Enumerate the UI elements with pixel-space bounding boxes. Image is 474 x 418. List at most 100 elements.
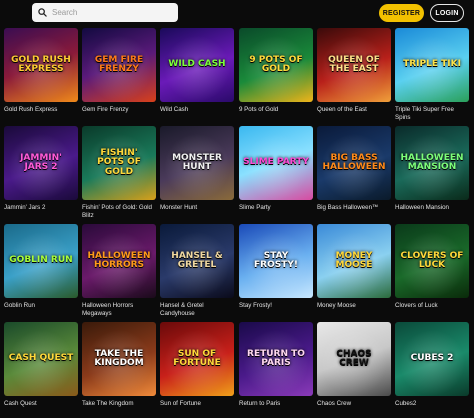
- game-tile[interactable]: SUN OF FORTUNE Sun of Fortune: [160, 322, 234, 416]
- game-logo: CASH QUEST: [8, 353, 74, 364]
- game-thumbnail[interactable]: STAY FROSTY!: [239, 224, 313, 298]
- game-title[interactable]: Halloween Horrors Megaways: [82, 302, 156, 318]
- game-thumbnail[interactable]: 9 POTS OF GOLD: [239, 28, 313, 102]
- game-logo: TAKE THE KINGDOM: [94, 348, 144, 368]
- game-tile[interactable]: FISHIN' POTS OF GOLD Fishin' Pots of Gold…: [82, 126, 156, 220]
- game-logo: 9 POTS OF GOLD: [249, 54, 303, 74]
- game-logo: SUN OF FORTUNE: [173, 348, 221, 368]
- game-thumbnail[interactable]: WILD CASH: [160, 28, 234, 102]
- game-title[interactable]: Clovers of Luck: [395, 302, 469, 318]
- game-logo: HALLOWEEN MANSION: [400, 152, 464, 172]
- game-thumbnail[interactable]: JAMMIN' JARS 2: [4, 126, 78, 200]
- game-thumbnail[interactable]: HALLOWEEN HORRORS: [82, 224, 156, 298]
- game-thumbnail[interactable]: HALLOWEEN MANSION: [395, 126, 469, 200]
- game-logo: BIG BASS HALLOWEEN: [322, 152, 386, 172]
- game-logo: MONSTER HUNT: [172, 152, 222, 172]
- game-title[interactable]: Slime Party: [239, 204, 313, 220]
- game-tile[interactable]: TRIPLE TIKI Triple Tiki Super Free Spins: [395, 28, 469, 122]
- game-title[interactable]: Money Moose: [317, 302, 391, 318]
- game-title[interactable]: 9 Pots of Gold: [239, 106, 313, 122]
- game-tile[interactable]: MONSTER HUNT Monster Hunt: [160, 126, 234, 220]
- game-title[interactable]: Stay Frosty!: [239, 302, 313, 318]
- game-tile[interactable]: HANSEL & GRETEL Hansel & Gretel Candyhous…: [160, 224, 234, 318]
- game-title[interactable]: Jammin' Jars 2: [4, 204, 78, 220]
- game-logo: GOBLIN RUN: [9, 255, 73, 266]
- search-box[interactable]: [32, 3, 178, 22]
- game-thumbnail[interactable]: CUBES 2: [395, 322, 469, 396]
- game-title[interactable]: Queen of the East: [317, 106, 391, 122]
- game-tile[interactable]: CUBES 2 Cubes2: [395, 322, 469, 416]
- game-thumbnail[interactable]: GOLD RUSH EXPRESS: [4, 28, 78, 102]
- game-logo: GEM FIRE FRENZY: [94, 54, 144, 74]
- game-tile[interactable]: GOBLIN RUN Goblin Run: [4, 224, 78, 318]
- game-title[interactable]: Fishin' Pots of Gold: Gold Blitz: [82, 204, 156, 220]
- game-title[interactable]: Cash Quest: [4, 400, 78, 416]
- game-tile[interactable]: TAKE THE KINGDOM Take The Kingdom: [82, 322, 156, 416]
- game-title[interactable]: Wild Cash: [160, 106, 234, 122]
- game-logo: QUEEN OF THE EAST: [328, 54, 380, 74]
- game-thumbnail[interactable]: CHAOS CREW: [317, 322, 391, 396]
- game-tile[interactable]: BIG BASS HALLOWEEN Big Bass Halloween™: [317, 126, 391, 220]
- game-logo: HALLOWEEN HORRORS: [87, 250, 151, 270]
- game-thumbnail[interactable]: GOBLIN RUN: [4, 224, 78, 298]
- game-tile[interactable]: GOLD RUSH EXPRESS Gold Rush Express: [4, 28, 78, 122]
- game-tile[interactable]: JAMMIN' JARS 2 Jammin' Jars 2: [4, 126, 78, 220]
- game-thumbnail[interactable]: SUN OF FORTUNE: [160, 322, 234, 396]
- game-logo: CHAOS CREW: [336, 348, 372, 368]
- game-thumbnail[interactable]: GEM FIRE FRENZY: [82, 28, 156, 102]
- game-thumbnail[interactable]: FISHIN' POTS OF GOLD: [82, 126, 156, 200]
- game-thumbnail[interactable]: CLOVERS OF LUCK: [395, 224, 469, 298]
- game-tile[interactable]: HALLOWEEN HORRORS Halloween Horrors Megaw…: [82, 224, 156, 318]
- game-title[interactable]: Halloween Mansion: [395, 204, 469, 220]
- game-title[interactable]: Triple Tiki Super Free Spins: [395, 106, 469, 122]
- game-tile[interactable]: WILD CASH Wild Cash: [160, 28, 234, 122]
- game-logo: RETURN TO PARIS: [247, 348, 305, 368]
- game-title[interactable]: Big Bass Halloween™: [317, 204, 391, 220]
- game-logo: FISHIN' POTS OF GOLD: [97, 147, 141, 177]
- game-title[interactable]: Gem Fire Frenzy: [82, 106, 156, 122]
- game-title[interactable]: Hansel & Gretel Candyhouse: [160, 302, 234, 318]
- game-tile[interactable]: 9 POTS OF GOLD 9 Pots of Gold: [239, 28, 313, 122]
- game-tile[interactable]: CLOVERS OF LUCK Clovers of Luck: [395, 224, 469, 318]
- login-button[interactable]: LOGIN: [430, 4, 464, 22]
- game-title[interactable]: Cubes2: [395, 400, 469, 416]
- game-thumbnail[interactable]: MONSTER HUNT: [160, 126, 234, 200]
- game-title[interactable]: Return to Paris: [239, 400, 313, 416]
- game-tile[interactable]: GEM FIRE FRENZY Gem Fire Frenzy: [82, 28, 156, 122]
- game-title[interactable]: Sun of Fortune: [160, 400, 234, 416]
- game-title[interactable]: Goblin Run: [4, 302, 78, 318]
- game-tile[interactable]: CHAOS CREW Chaos Crew: [317, 322, 391, 416]
- game-title[interactable]: Chaos Crew: [317, 400, 391, 416]
- game-logo: STAY FROSTY!: [254, 250, 298, 270]
- game-tile[interactable]: MONEY MOOSE Money Moose: [317, 224, 391, 318]
- game-tile[interactable]: CASH QUEST Cash Quest: [4, 322, 78, 416]
- game-logo: MONEY MOOSE: [335, 250, 373, 270]
- game-thumbnail[interactable]: RETURN TO PARIS: [239, 322, 313, 396]
- search-input[interactable]: [52, 8, 162, 17]
- game-thumbnail[interactable]: HANSEL & GRETEL: [160, 224, 234, 298]
- game-logo: CUBES 2: [410, 353, 454, 364]
- game-title[interactable]: Take The Kingdom: [82, 400, 156, 416]
- game-logo: TRIPLE TIKI: [403, 59, 461, 70]
- game-thumbnail[interactable]: BIG BASS HALLOWEEN: [317, 126, 391, 200]
- game-title[interactable]: Monster Hunt: [160, 204, 234, 220]
- game-logo: WILD CASH: [168, 59, 226, 70]
- game-title[interactable]: Gold Rush Express: [4, 106, 78, 122]
- game-tile[interactable]: QUEEN OF THE EAST Queen of the East: [317, 28, 391, 122]
- game-tile[interactable]: SLIME PARTY Slime Party: [239, 126, 313, 220]
- game-logo: JAMMIN' JARS 2: [20, 152, 62, 172]
- search-icon: [38, 8, 47, 17]
- game-thumbnail[interactable]: TRIPLE TIKI: [395, 28, 469, 102]
- top-bar: REGISTER LOGIN: [0, 0, 474, 26]
- game-tile[interactable]: HALLOWEEN MANSION Halloween Mansion: [395, 126, 469, 220]
- game-tile[interactable]: STAY FROSTY! Stay Frosty!: [239, 224, 313, 318]
- register-button[interactable]: REGISTER: [379, 4, 424, 22]
- game-thumbnail[interactable]: TAKE THE KINGDOM: [82, 322, 156, 396]
- game-logo: SLIME PARTY: [243, 157, 309, 168]
- game-thumbnail[interactable]: SLIME PARTY: [239, 126, 313, 200]
- game-tile[interactable]: RETURN TO PARIS Return to Paris: [239, 322, 313, 416]
- game-thumbnail[interactable]: QUEEN OF THE EAST: [317, 28, 391, 102]
- game-logo: HANSEL & GRETEL: [171, 250, 223, 270]
- game-thumbnail[interactable]: CASH QUEST: [4, 322, 78, 396]
- game-thumbnail[interactable]: MONEY MOOSE: [317, 224, 391, 298]
